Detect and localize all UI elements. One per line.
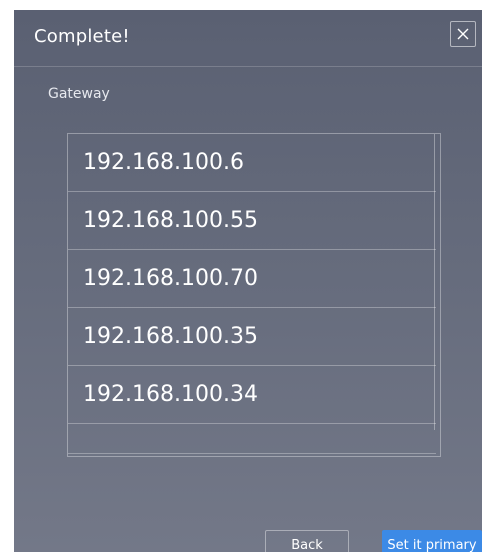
list-item[interactable]: 192.168.100.6 [68, 134, 436, 192]
gateway-section-label: Gateway [48, 86, 110, 102]
dialog: Complete! Gateway 192.168.100.6 192.168.… [14, 10, 482, 552]
gateway-list-body: 192.168.100.6 192.168.100.55 192.168.100… [68, 134, 436, 454]
gateway-list: 192.168.100.6 192.168.100.55 192.168.100… [67, 133, 441, 457]
list-scrollbar[interactable] [434, 134, 440, 430]
list-item[interactable]: 192.168.100.70 [68, 250, 436, 308]
close-button[interactable] [450, 21, 476, 47]
dialog-header: Complete! [14, 10, 482, 67]
list-empty-row [68, 424, 436, 454]
list-item[interactable]: 192.168.100.55 [68, 192, 436, 250]
back-button[interactable]: Back [265, 530, 349, 552]
close-icon [457, 28, 469, 40]
set-primary-button[interactable]: Set it primary [382, 530, 482, 552]
dialog-title: Complete! [34, 26, 130, 47]
list-item[interactable]: 192.168.100.35 [68, 308, 436, 366]
list-item[interactable]: 192.168.100.34 [68, 366, 436, 424]
